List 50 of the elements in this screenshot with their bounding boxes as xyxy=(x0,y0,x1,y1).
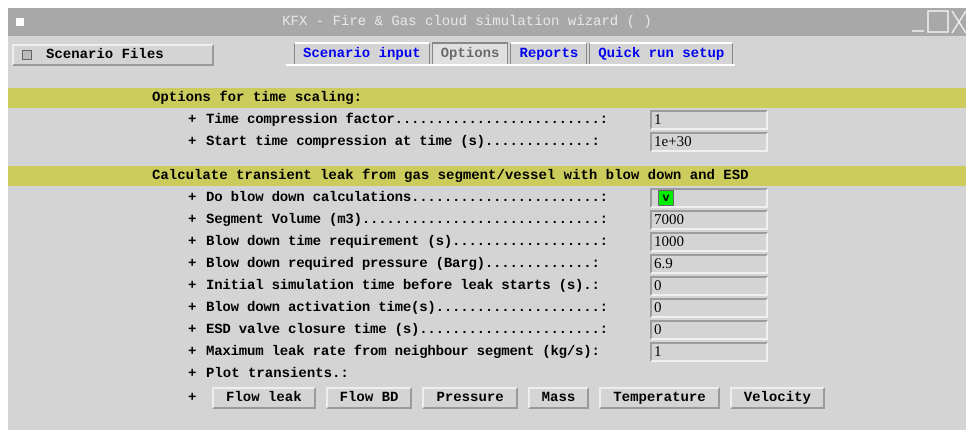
checkbox[interactable]: v xyxy=(658,190,674,206)
window-controls-icon[interactable] xyxy=(910,9,966,35)
square-icon xyxy=(22,50,32,60)
section-header: Options for time scaling: xyxy=(8,88,966,108)
input-field[interactable]: 1 xyxy=(650,342,768,362)
field-label: Start time compression at time (s).............: xyxy=(206,134,601,150)
field-label: Blow down required pressure (Barg).............: xyxy=(206,256,601,272)
tab[interactable]: Options xyxy=(432,42,508,64)
field-label: Blow down activation time(s)....................: xyxy=(206,300,609,316)
bullet: + xyxy=(188,278,198,294)
bullet: + xyxy=(188,256,198,272)
input-field[interactable]: 6.9 xyxy=(650,254,768,274)
bullet: + xyxy=(188,390,198,406)
field-label: Segment Volume (m3).............................: xyxy=(206,212,609,228)
bullet: + xyxy=(188,212,198,228)
field-label: Plot transients.: xyxy=(206,366,349,382)
plot-button[interactable]: Flow leak xyxy=(212,387,316,409)
field-label: Initial simulation time before leak starts (s).: xyxy=(206,278,601,294)
plot-button[interactable]: Flow BD xyxy=(326,387,412,409)
field-label: ESD valve closure time (s)......................: xyxy=(206,322,609,338)
field-label: Blow down time requirement (s)..................: xyxy=(206,234,609,250)
bullet: + xyxy=(188,344,198,360)
input-field[interactable]: 0 xyxy=(650,298,768,318)
input-field[interactable]: 1 xyxy=(650,110,768,130)
input-field[interactable]: 1e+30 xyxy=(650,132,768,152)
bullet: + xyxy=(188,300,198,316)
input-field[interactable]: 0 xyxy=(650,276,768,296)
field-label: Time compression factor.........................: xyxy=(206,112,609,128)
window-title: KFX - Fire & Gas cloud simulation wizard ( ) xyxy=(281,14,653,30)
bullet: + xyxy=(188,134,198,150)
plot-button[interactable]: Mass xyxy=(528,387,590,409)
bullet: + xyxy=(188,322,198,338)
input-field[interactable]: 7000 xyxy=(650,210,768,230)
tab[interactable]: Reports xyxy=(510,42,588,64)
plot-button[interactable]: Velocity xyxy=(730,387,825,409)
field-label: Maximum leak rate from neighbour segment (kg/s): xyxy=(206,344,601,360)
input-field[interactable]: 0 xyxy=(650,320,768,340)
tab[interactable]: Scenario input xyxy=(294,42,430,64)
bullet: + xyxy=(188,112,198,128)
checkbox-field[interactable]: v xyxy=(650,188,768,208)
input-field[interactable]: 1000 xyxy=(650,232,768,252)
plot-button[interactable]: Temperature xyxy=(599,387,720,409)
tab[interactable]: Quick run setup xyxy=(589,42,734,64)
section-header: Calculate transient leak from gas segment/vessel with blow down and ESD xyxy=(8,166,966,186)
plot-button[interactable]: Pressure xyxy=(422,387,518,409)
scenario-files-button[interactable]: Scenario Files xyxy=(12,44,214,66)
field-label: Do blow down calculations.......................: xyxy=(206,190,609,206)
bullet: + xyxy=(188,190,198,206)
bullet: + xyxy=(188,234,198,250)
bullet: + xyxy=(188,366,198,382)
